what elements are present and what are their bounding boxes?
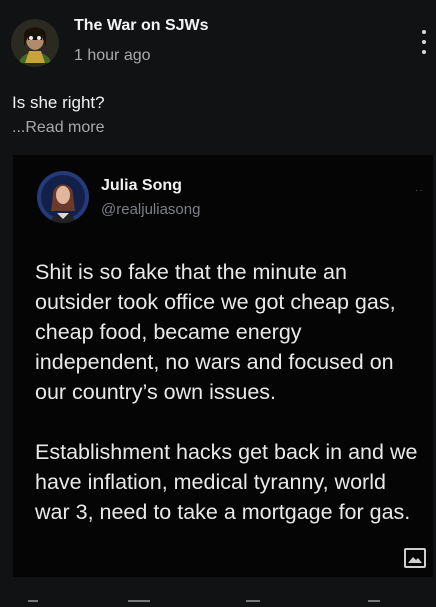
share-icon[interactable] [246,600,260,607]
tweet-paragraph: Shit is so fake that the minute an outsi… [35,260,396,404]
like-icon[interactable] [28,600,38,607]
tweet-more-icon: ·· [415,185,424,196]
avatar-image [11,19,59,67]
tweet-author-handle: @realjuliasong [101,201,201,218]
comment-icon[interactable] [128,600,150,607]
save-icon[interactable] [368,600,380,607]
menu-dot [422,50,426,54]
tweet-author-avatar [37,171,89,223]
channel-avatar[interactable] [11,19,59,67]
image-icon-glyph [408,557,422,563]
tweet-screenshot-card[interactable]: Julia Song @realjuliasong ·· Shit is so … [13,155,433,577]
bottom-action-bar [0,590,436,605]
read-more-link[interactable]: ...Read more [12,119,104,137]
tweet-paragraph: Establishment hacks get back in and we h… [35,440,418,524]
tweet-avatar-image [37,171,89,223]
tweet-author-name: Julia Song [101,177,182,194]
vertical-ellipsis-icon[interactable] [418,30,430,54]
post-header: The War on SJWs 1 hour ago [0,0,436,80]
menu-dot [422,40,426,44]
image-icon[interactable] [404,548,426,568]
menu-dot [422,30,426,34]
post-timestamp: 1 hour ago [74,47,151,64]
post-text: Is she right? [12,93,105,112]
channel-name[interactable]: The War on SJWs [74,17,209,35]
